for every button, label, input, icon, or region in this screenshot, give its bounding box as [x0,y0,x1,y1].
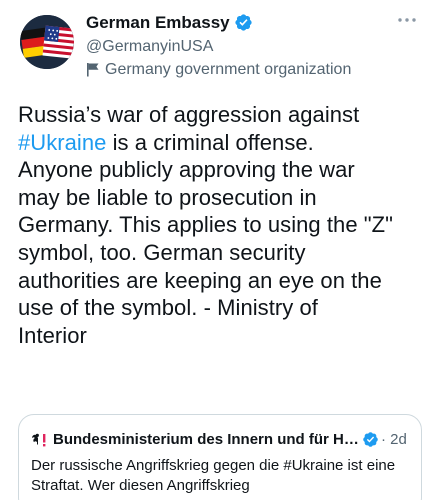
quoted-author-name[interactable]: Bundesministerium des Innern und für Hei… [53,429,361,450]
tweet: German Embassy @GermanyinUSA Germany gov… [0,0,436,500]
tweet-text: Russia’s war of aggression against #Ukra… [18,101,430,349]
german-us-flags-avatar-icon [20,15,74,69]
flag-icon [87,63,99,77]
quoted-tweet-text: Der russische Angriffskrieg gegen die #U… [31,457,396,494]
more-options-icon[interactable] [396,16,418,24]
author-name[interactable]: German Embassy [86,12,230,34]
quoted-tweet-card[interactable]: Bundesministerium des Innern und für Hei… [18,414,422,500]
hashtag-link[interactable]: #Ukraine [18,130,106,155]
verified-badge-icon [235,14,252,31]
quoted-tweet-header: Bundesministerium des Innern und für Hei… [31,429,411,451]
tweet-text-part: Russia’s war of aggression against [18,102,360,127]
verified-badge-icon [363,432,378,447]
quoted-timestamp[interactable]: · 2d [381,429,407,450]
avatar[interactable] [20,15,74,69]
federal-eagle-icon [32,433,46,447]
government-label: Germany government organization [105,61,352,78]
author-handle[interactable]: @GermanyinUSA [86,36,213,57]
tweet-text-part: is a criminal offense. Anyone publicly a… [18,129,393,348]
